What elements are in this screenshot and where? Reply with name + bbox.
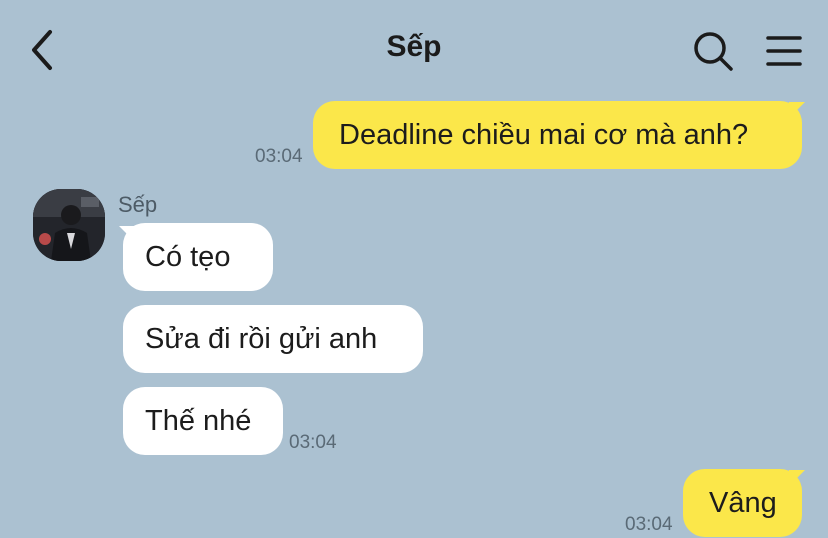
hamburger-menu-icon [766,36,802,66]
search-button[interactable] [690,28,736,74]
chevron-left-icon [32,30,52,70]
incoming-message-bubble[interactable]: Có tẹo [123,223,273,291]
sender-name: Sếp [118,192,158,217]
back-button[interactable] [26,28,66,72]
menu-button[interactable] [762,30,806,72]
search-icon [694,32,733,71]
message-timestamp: 03:04 [289,432,337,453]
avatar-image [33,189,105,261]
message-timestamp: 03:04 [625,514,673,535]
outgoing-message-bubble[interactable]: Vâng [683,469,802,537]
avatar[interactable] [33,189,105,261]
incoming-message-bubble[interactable]: Sửa đi rồi gửi anh [123,305,423,373]
incoming-message-bubble[interactable]: Thế nhé [123,387,283,455]
outgoing-message-bubble[interactable]: Deadline chiều mai cơ mà anh? [313,101,802,169]
message-timestamp: 03:04 [255,146,303,167]
chat-header: Sếp [0,0,828,100]
